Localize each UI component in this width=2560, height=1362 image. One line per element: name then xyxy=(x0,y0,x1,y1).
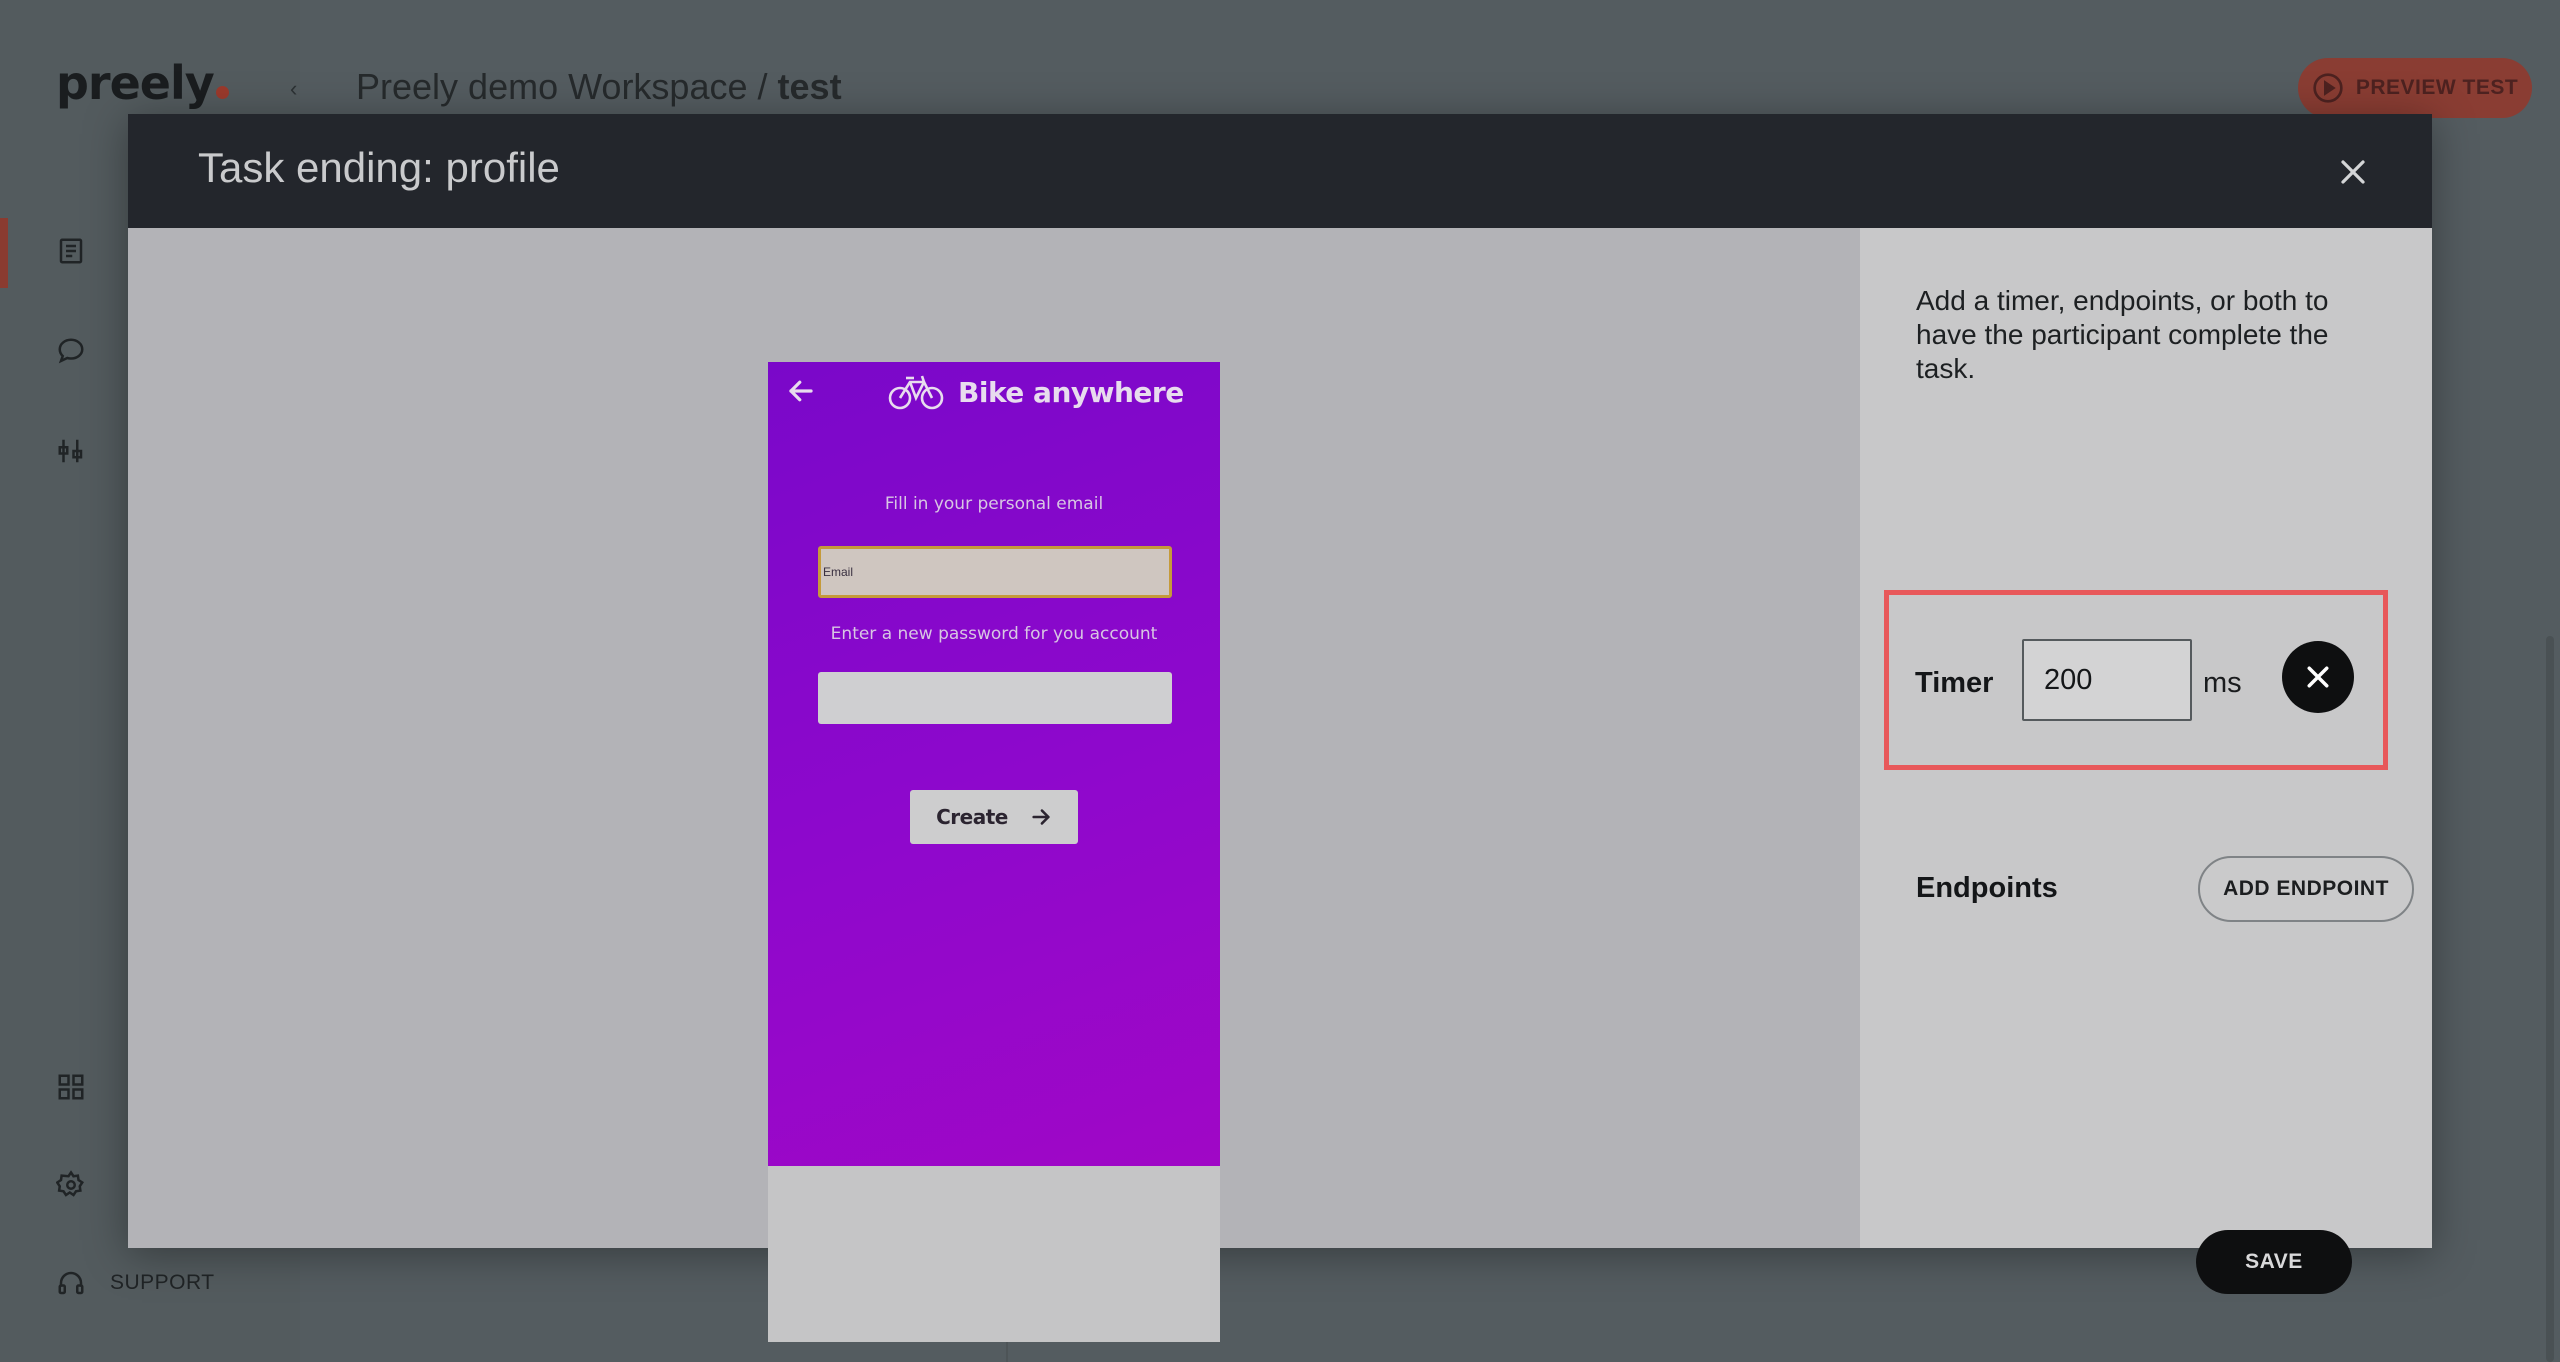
support-link[interactable]: SUPPORT xyxy=(56,1268,215,1298)
preview-test-label: PREVIEW TEST xyxy=(2355,76,2519,99)
arrow-left-icon[interactable] xyxy=(786,376,816,406)
prototype-screen[interactable]: Bike anywhere Fill in your personal emai… xyxy=(768,362,1220,1166)
timer-unit: ms xyxy=(2203,667,2242,699)
arrow-right-icon xyxy=(1032,809,1050,825)
timer-input[interactable] xyxy=(2022,639,2192,721)
task-ending-modal: Task ending: profile Bike anywhere Fill … xyxy=(128,114,2432,1342)
breadcrumb-workspace[interactable]: Preely demo Workspace / xyxy=(356,66,768,107)
page-scrollbar[interactable] xyxy=(2546,636,2554,1362)
bicycle-icon xyxy=(888,375,944,410)
remove-timer-button[interactable] xyxy=(2282,641,2354,713)
sliders-icon[interactable] xyxy=(56,436,86,466)
password-prompt: Enter a new password for you account xyxy=(830,624,1158,644)
prototype-brand: Bike anywhere xyxy=(888,374,1184,410)
prototype-frame[interactable]: Bike anywhere Fill in your personal emai… xyxy=(768,362,1220,1342)
panel-intro-text: Add a timer, endpoints, or both to have … xyxy=(1916,285,2329,384)
prototype-email-input[interactable]: Email xyxy=(818,546,1172,598)
close-icon xyxy=(2307,666,2329,688)
add-endpoint-button[interactable]: ADD ENDPOINT xyxy=(2198,856,2414,922)
modal-title: Task ending: profile xyxy=(198,144,560,191)
timer-section: Timer ms xyxy=(1884,590,2388,770)
email-prompt: Fill in your personal email xyxy=(884,494,1104,514)
settings-icon[interactable] xyxy=(55,1170,86,1200)
email-placeholder: Email xyxy=(823,565,854,579)
timer-label: Timer xyxy=(1915,667,1994,699)
close-icon xyxy=(2341,160,2365,184)
breadcrumb: Preely demo Workspace / test xyxy=(356,66,842,108)
modal-header: Task ending: profile xyxy=(128,114,2432,228)
task-ending-panel: Add a timer, endpoints, or both to have … xyxy=(1860,228,2432,1294)
create-label: Create xyxy=(936,805,1008,829)
prototype-brand-name: Bike anywhere xyxy=(958,375,1184,409)
app-logo[interactable]: preely xyxy=(56,56,229,110)
breadcrumb-current: test xyxy=(777,66,842,107)
modal-close-button[interactable] xyxy=(2331,150,2375,194)
preview-test-button[interactable]: PREVIEW TEST xyxy=(2298,58,2532,118)
prototype-create-button[interactable]: Create xyxy=(910,790,1078,844)
sidebar-active-indicator xyxy=(0,218,8,288)
save-button[interactable]: SAVE xyxy=(2196,1230,2352,1294)
support-label: SUPPORT xyxy=(110,1271,215,1294)
chat-icon[interactable] xyxy=(56,336,86,366)
prototype-password-input[interactable] xyxy=(818,672,1172,724)
endpoints-label: Endpoints xyxy=(1916,872,2058,904)
grid-icon[interactable] xyxy=(56,1072,86,1102)
headset-icon xyxy=(56,1268,86,1298)
play-circle-icon xyxy=(2313,73,2343,103)
chevron-left-icon[interactable]: ‹ xyxy=(290,76,312,101)
prototype-preview-area: Bike anywhere Fill in your personal emai… xyxy=(128,228,1860,1342)
document-icon[interactable] xyxy=(56,236,86,266)
